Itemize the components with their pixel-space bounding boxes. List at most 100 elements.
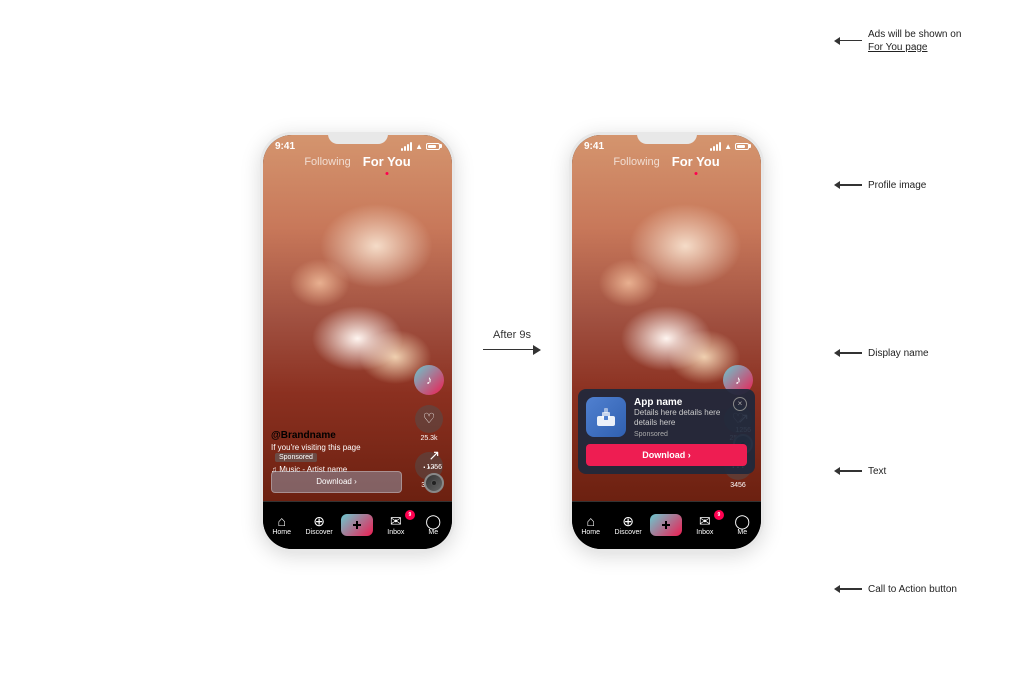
phone1-sponsored-tag: Sponsored xyxy=(275,453,317,462)
phone2-nav-add[interactable] xyxy=(650,514,682,536)
arrow-line xyxy=(483,345,541,355)
annotation-displayname: Display name xyxy=(834,347,1014,360)
phone2-nav-discover[interactable]: ⊕ Discover xyxy=(613,514,643,536)
phone1-tiktok-logo: ♪ xyxy=(426,373,432,387)
annotation-arrow-profile xyxy=(834,181,862,189)
ad-app-icon xyxy=(586,397,626,437)
phone1-profile-btn[interactable]: ♪ xyxy=(414,365,444,395)
phone2-nav-home[interactable]: ⌂ Home xyxy=(576,514,606,536)
transition-arrow: After 9s xyxy=(483,329,541,355)
phone2-signal xyxy=(710,142,721,151)
phone1-inner: 9:41 ▲ xyxy=(263,135,452,549)
phones-area: 9:41 ▲ xyxy=(260,132,764,552)
signal-bar1 xyxy=(710,148,712,151)
phone1-app-header: Following For You xyxy=(263,153,452,171)
phone2-discover-label: Discover xyxy=(614,529,641,536)
phone1-inbox-icon: ✉ xyxy=(390,514,402,528)
phone1-download-label: Download › xyxy=(316,477,356,486)
phone2-inbox-icon: ✉ xyxy=(699,514,711,528)
phone1-download-btn[interactable]: Download › xyxy=(271,471,402,493)
phone1-share-area: ↗ 1256 xyxy=(426,447,442,471)
ad-details: Details here details here details here xyxy=(634,408,725,429)
ann-shaft-text xyxy=(840,470,862,472)
annotation-arrow-text xyxy=(834,467,862,475)
phone2: 9:41 ▲ xyxy=(569,132,764,552)
phone2-battery-icon xyxy=(735,143,749,150)
phone2-foryou-tab[interactable]: For You xyxy=(672,154,720,169)
annotation-arrow-displayname xyxy=(834,349,862,357)
ad-header: App name Details here details here detai… xyxy=(586,397,747,438)
phone1-discover-icon: ⊕ xyxy=(313,514,325,528)
ad-close-btn[interactable]: × xyxy=(733,397,747,411)
main-container: 9:41 ▲ xyxy=(0,0,1024,683)
phone1-foryou-tab[interactable]: For You xyxy=(363,154,411,169)
phone2-app-header: Following For You xyxy=(572,153,761,171)
phone1-foryou-dot xyxy=(385,172,388,175)
ad-download-btn[interactable]: Download › xyxy=(586,444,747,466)
ann-shaft-cta xyxy=(840,588,862,590)
phone1-like-btn[interactable]: ♡ 25.3k xyxy=(415,405,443,442)
phone1-share-icon: ↗ xyxy=(426,447,442,464)
phone2-tiktok-logo: ♪ xyxy=(735,373,741,387)
arrow-shaft xyxy=(483,349,533,351)
phone1-me-icon: ◯ xyxy=(425,514,441,528)
phone2-following-tab[interactable]: Following xyxy=(613,156,659,168)
phone2-battery-fill xyxy=(737,145,745,148)
signal-bar2 xyxy=(404,146,406,151)
annotation-profile: Profile image xyxy=(834,179,1014,192)
phone1-username: @Brandname xyxy=(271,430,402,441)
annotation-foryou: Ads will be shown on For You page xyxy=(834,28,1014,54)
phone2-inbox-badge: 9 xyxy=(714,510,724,520)
ad-app-name: App name xyxy=(634,397,725,408)
phone2-nav-inbox[interactable]: ✉ Inbox 9 xyxy=(690,514,720,536)
ad-download-label: Download › xyxy=(642,450,691,460)
signal-bar3 xyxy=(716,144,718,151)
annotation-text-profile: Profile image xyxy=(868,179,926,192)
phone1-wrapper: 9:41 ▲ xyxy=(260,132,455,552)
phone2-notch xyxy=(637,132,697,144)
annotations-panel: Ads will be shown on For You page Profil… xyxy=(824,0,1024,683)
annotation-text-foryou: Ads will be shown on For You page xyxy=(868,28,961,54)
phone1-home-icon: ⌂ xyxy=(277,514,285,528)
phone1-music-disc xyxy=(424,473,444,493)
phone1-time: 9:41 xyxy=(275,141,295,152)
phone1-wifi-icon: ▲ xyxy=(415,142,423,151)
phone2-comment-count: 3456 xyxy=(730,482,746,489)
signal-bar4 xyxy=(410,142,412,151)
phone1-heart-icon: ♡ xyxy=(415,405,443,433)
phone2-foryou-dot xyxy=(694,172,697,175)
phone1-nav-discover[interactable]: ⊕ Discover xyxy=(304,514,334,536)
phone1-foryou-container: For You xyxy=(363,153,411,171)
phone2-wifi-icon: ▲ xyxy=(724,142,732,151)
annotation-arrow-cta xyxy=(834,585,862,593)
phone1-nav-inbox[interactable]: ✉ Inbox 9 xyxy=(381,514,411,536)
phone1-nav-bar: ⌂ Home ⊕ Discover ✉ Inbox xyxy=(263,501,452,549)
annotation-foryou-line1: Ads will be shown on xyxy=(868,29,961,40)
phone2-home-icon: ⌂ xyxy=(586,514,594,528)
annotation-text-ann: Text xyxy=(834,465,1014,478)
ad-sponsored-label: Sponsored xyxy=(634,431,725,438)
phone1-nav-home[interactable]: ⌂ Home xyxy=(267,514,297,536)
phone2-inner: 9:41 ▲ xyxy=(572,135,761,549)
phone1-home-label: Home xyxy=(272,529,291,536)
phone2-add-btn[interactable] xyxy=(650,514,682,536)
phone1-caption-text: If you're visiting this page xyxy=(271,443,361,452)
phone1-music-disc-inner xyxy=(431,480,437,486)
phone1-inbox-badge: 9 xyxy=(405,510,415,520)
annotation-cta: Call to Action button xyxy=(834,583,1014,596)
phone1-bottom-info: @Brandname If you're visiting this page … xyxy=(271,430,402,474)
annotation-text-text: Text xyxy=(868,465,886,478)
annotation-text-displayname: Display name xyxy=(868,347,929,360)
phone1-share-count: 1256 xyxy=(426,464,442,471)
annotation-arrow-foryou xyxy=(834,37,862,45)
phone1-notch xyxy=(328,132,388,144)
ann-shaft-displayname xyxy=(840,352,862,354)
phone1-following-tab[interactable]: Following xyxy=(304,156,350,168)
phone1-nav-me[interactable]: ◯ Me xyxy=(418,514,448,536)
phone1-nav-add[interactable] xyxy=(341,514,373,536)
phone2-me-icon: ◯ xyxy=(734,514,750,528)
phone2-wrapper: 9:41 ▲ xyxy=(569,132,764,552)
phone2-me-label: Me xyxy=(737,529,747,536)
phone2-nav-me[interactable]: ◯ Me xyxy=(727,514,757,536)
phone1-add-btn[interactable] xyxy=(341,514,373,536)
